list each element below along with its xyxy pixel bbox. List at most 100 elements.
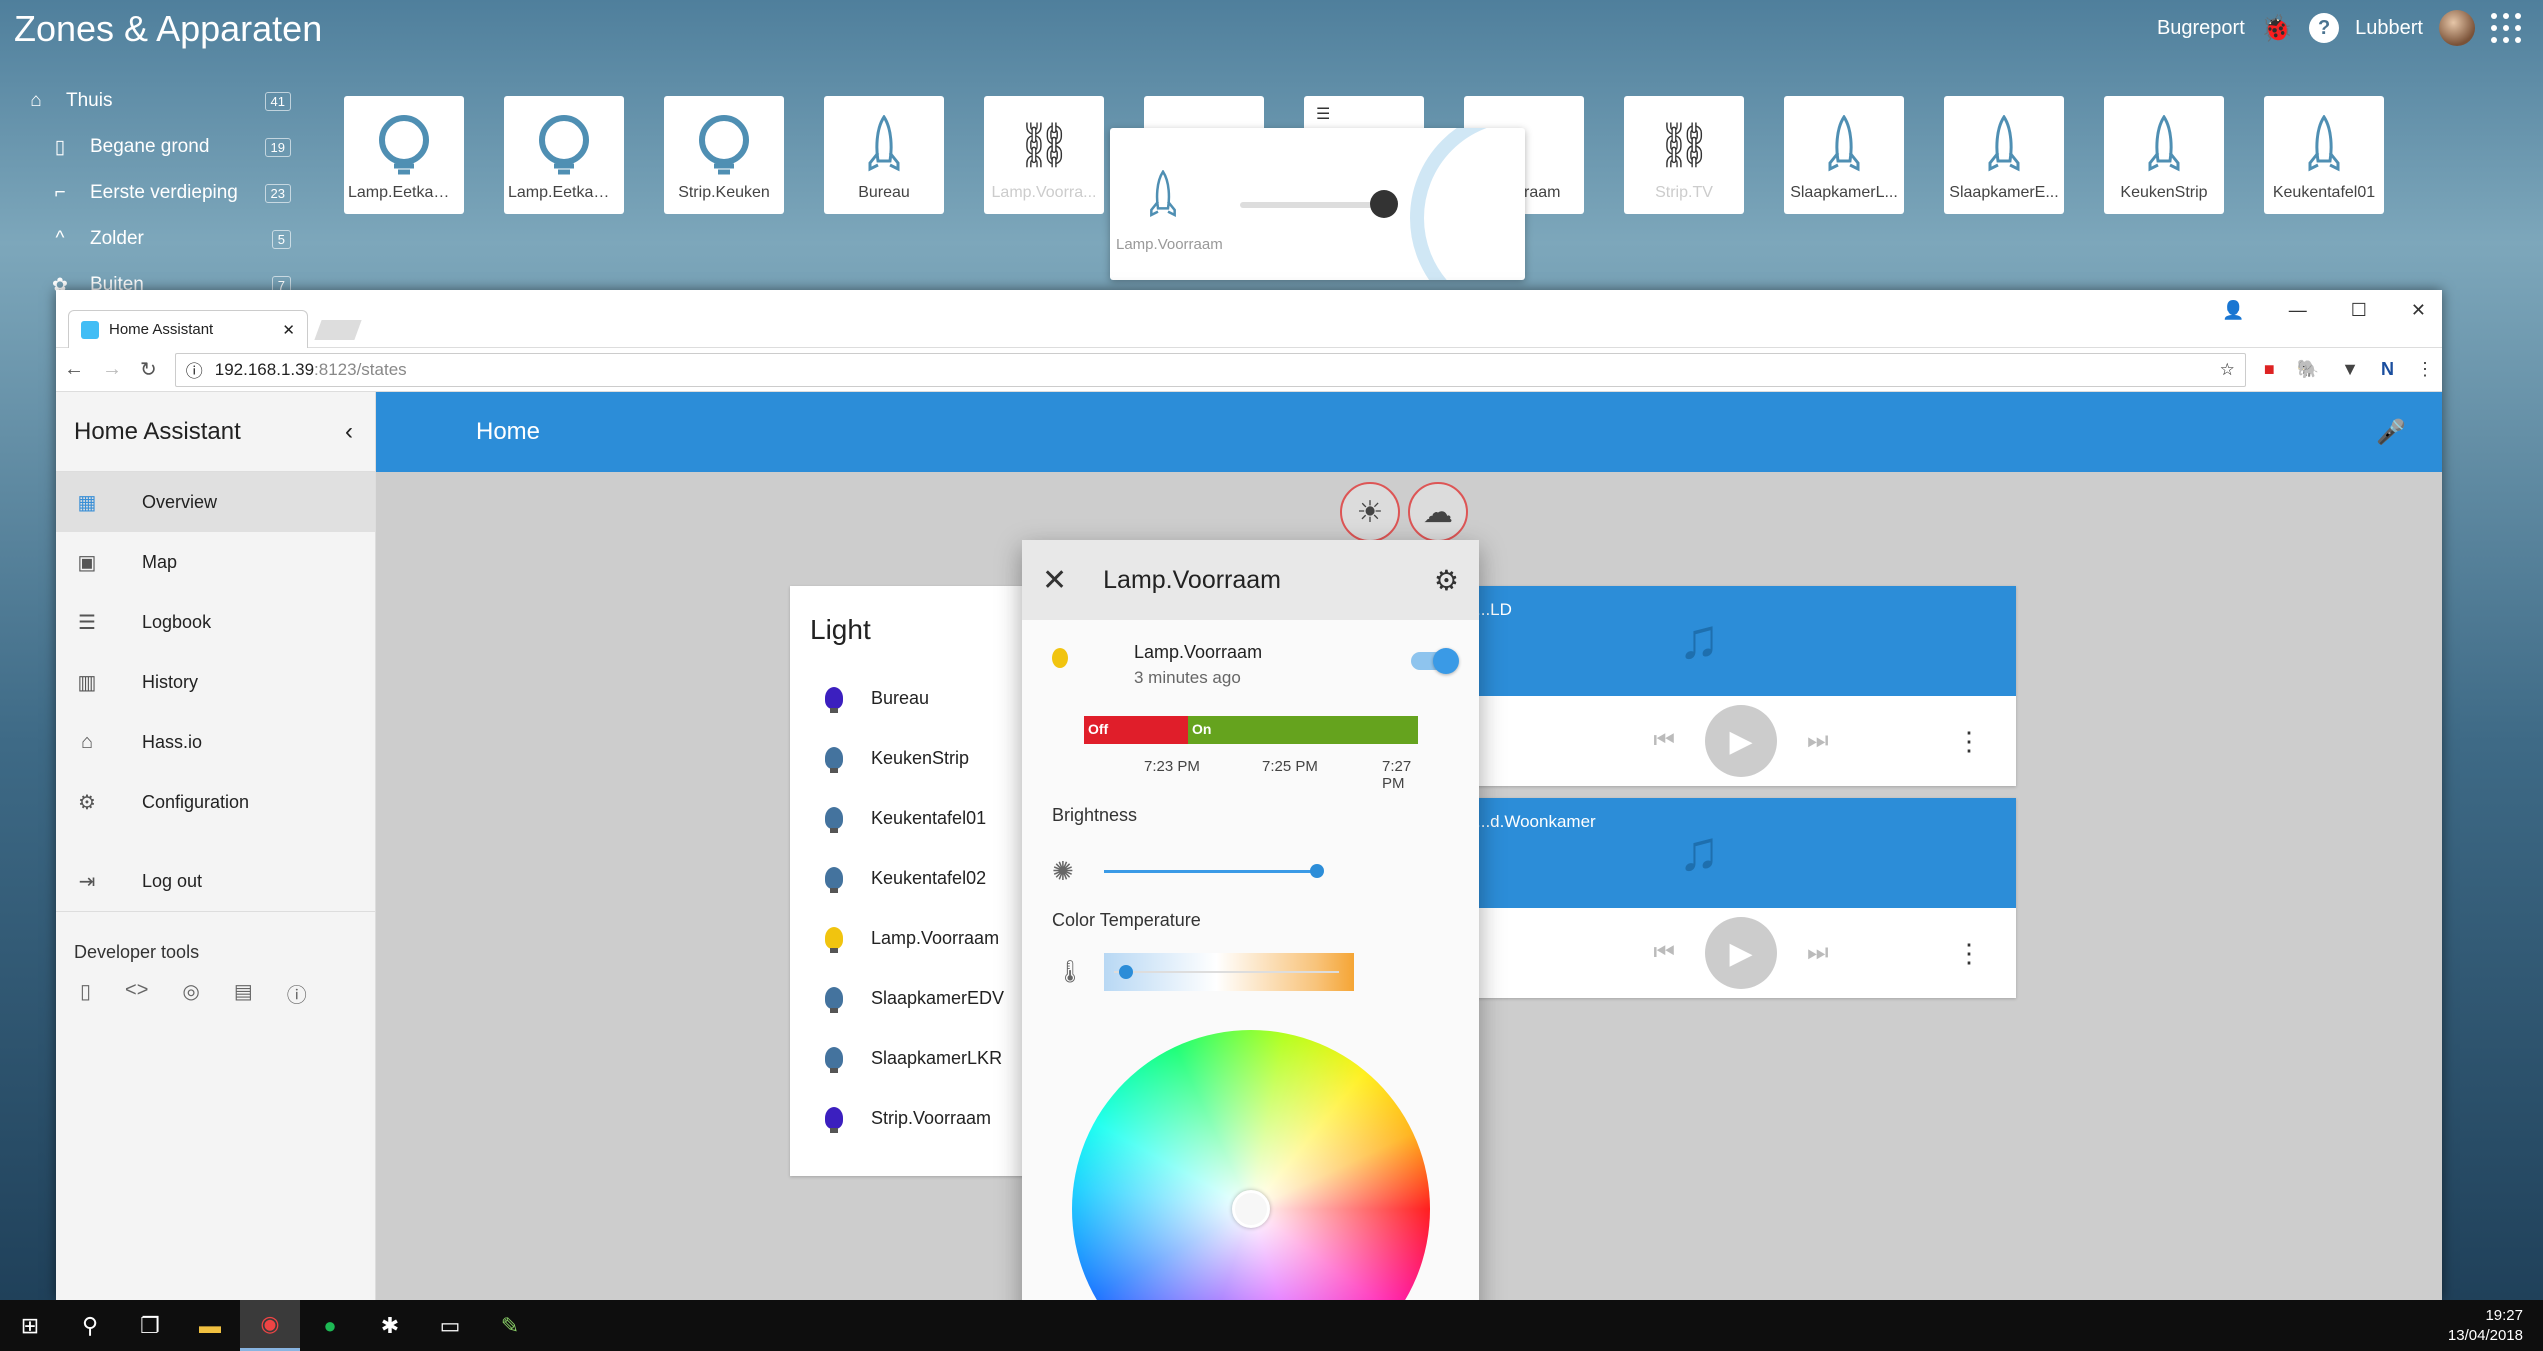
help-icon[interactable]: ? (2309, 13, 2340, 43)
microphone-icon[interactable]: 🎤 (2376, 418, 2406, 447)
brightness-slider[interactable]: ✺ (1052, 852, 1452, 892)
task-view-icon[interactable]: ❐ (120, 1300, 180, 1351)
file-explorer-icon[interactable]: ▬ (180, 1300, 240, 1351)
device-tile[interactable]: Strip.Keuken (664, 96, 784, 214)
device-tile[interactable]: Keukentafel01 (2264, 96, 2384, 214)
bookmark-star-icon[interactable]: ☆ (2220, 360, 2235, 380)
bug-icon[interactable]: 🐞 (2261, 13, 2293, 44)
broadcast-icon[interactable]: ◎ (182, 979, 199, 1008)
previous-icon[interactable]: ⏮ (1653, 727, 1675, 755)
extension-n-icon[interactable]: N (2381, 359, 2394, 380)
slider-knob[interactable] (1118, 965, 1133, 979)
url-field[interactable]: ⓘ 192.168.1.39:8123/states ☆ (174, 352, 2246, 387)
color-temp-slider[interactable]: 🌡 (1052, 953, 1452, 993)
nav-logbook[interactable]: ☰ Logbook (56, 592, 375, 652)
light-name: Bureau (871, 687, 930, 708)
device-tile[interactable]: ⛓ Strip.TV (1624, 96, 1744, 214)
play-button[interactable]: ▶ (1705, 705, 1777, 777)
device-tile[interactable]: SlaapkamerL... (1784, 96, 1904, 214)
light-row[interactable]: SlaapkamerEDV (790, 968, 1030, 1028)
settings-gear-icon[interactable]: ⚙ (1434, 564, 1459, 597)
nav-overview[interactable]: ▦ Overview (56, 472, 375, 532)
search-icon[interactable]: ⚲ (60, 1300, 120, 1351)
zone-zolder[interactable]: ^ Zolder 5 (0, 216, 305, 262)
avatar[interactable] (2439, 10, 2475, 46)
close-icon[interactable]: ✕ (1042, 563, 1067, 598)
light-row[interactable]: Bureau (790, 668, 1030, 728)
nav-map[interactable]: ▣ Map (56, 532, 375, 592)
info-icon[interactable]: ⓘ (186, 357, 203, 382)
device-tile[interactable]: Bureau (824, 96, 944, 214)
slack-icon[interactable]: ✱ (360, 1300, 420, 1351)
sun-icon[interactable]: ☀ (1340, 482, 1400, 542)
light-row[interactable]: Keukentafel02 (790, 848, 1030, 908)
pocket-icon[interactable]: ▼ (2341, 359, 2359, 380)
nav-history[interactable]: ▥ History (56, 652, 375, 712)
zone-eerste-verdieping[interactable]: ⌐ Eerste verdieping 23 (0, 170, 305, 216)
reload-icon[interactable]: ↻ (140, 357, 157, 382)
evernote-icon[interactable]: 🐘 (2297, 359, 2319, 380)
notepad-icon[interactable]: ✎ (480, 1300, 540, 1351)
more-icon[interactable]: ⋮ (1956, 938, 1982, 969)
menu-kebab-icon[interactable]: ⋮ (2416, 359, 2434, 380)
nav-hassio[interactable]: ⌂ Hass.io (56, 712, 375, 772)
close-window-icon[interactable]: ✕ (2411, 300, 2426, 321)
back-icon[interactable]: ← (64, 358, 84, 381)
forward-icon[interactable]: → (102, 358, 122, 381)
zone-begane-grond[interactable]: ▯ Begane grond 19 (0, 124, 305, 170)
new-tab-button[interactable] (314, 320, 362, 340)
close-tab-icon[interactable]: ✕ (282, 321, 295, 339)
light-row[interactable]: Lamp.Voorraam (790, 908, 1030, 968)
cloud-icon[interactable]: ☁ (1408, 482, 1468, 542)
next-icon[interactable]: ⏭ (1807, 939, 1829, 967)
chrome-icon[interactable]: ◉ (240, 1300, 300, 1351)
hassio-icon: ⌂ (80, 730, 94, 753)
settings-sliders-icon[interactable]: ☰ (1316, 104, 1330, 124)
apps-grid-icon[interactable] (2491, 13, 2521, 43)
light-row[interactable]: SlaapkamerLKR (790, 1028, 1030, 1088)
dimmer-knob[interactable] (1370, 190, 1398, 218)
extension-red-icon[interactable]: ■ (2264, 359, 2275, 380)
light-row[interactable]: Keukentafel01 (790, 788, 1030, 848)
info-icon[interactable]: ⓘ (287, 979, 307, 1008)
color-wheel-marker[interactable] (1232, 1190, 1270, 1228)
file-icon[interactable]: ▤ (234, 979, 253, 1008)
profile-icon[interactable]: 👤 (2222, 300, 2244, 321)
system-clock[interactable]: 19:27 13/04/2018 (2448, 1306, 2543, 1346)
previous-icon[interactable]: ⏮ (1653, 939, 1675, 967)
user-name[interactable]: Lubbert (2355, 17, 2423, 40)
code-icon[interactable]: <> (125, 979, 148, 1008)
gear-icon: ⚙ (78, 791, 96, 814)
zone-thuis[interactable]: ⌂ Thuis 41 (0, 78, 305, 124)
light-row[interactable]: KeukenStrip (790, 728, 1030, 788)
ha-favicon (81, 320, 99, 339)
remote-icon[interactable]: ▯ (80, 979, 91, 1008)
slider-track[interactable] (1104, 870, 1318, 873)
nav-configuration[interactable]: ⚙ Configuration (56, 772, 375, 832)
terminal-icon[interactable]: ▭ (420, 1300, 480, 1351)
next-icon[interactable]: ⏭ (1807, 727, 1829, 755)
light-name: Lamp.Voorraam (871, 927, 1000, 948)
maximize-icon[interactable]: ☐ (2351, 300, 2367, 321)
light-row[interactable]: Strip.Voorraam (790, 1088, 1030, 1148)
device-tile[interactable]: Lamp.Eetkam... (504, 96, 624, 214)
stairs-icon: ⌐ (54, 182, 66, 203)
nav-logout[interactable]: ⇥ Log out (56, 852, 375, 912)
device-tile[interactable]: KeukenStrip (2104, 96, 2224, 214)
top-right-bar: Bugreport 🐞 ? Lubbert (2157, 8, 2543, 48)
dimmer-track[interactable] (1240, 202, 1390, 208)
slider-track[interactable] (1114, 971, 1339, 973)
device-tile[interactable]: ⛓ Lamp.Voorra... (984, 96, 1104, 214)
windows-start-icon[interactable]: ⊞ (0, 1300, 60, 1351)
more-icon[interactable]: ⋮ (1956, 726, 1982, 757)
minimize-icon[interactable]: — (2289, 300, 2307, 321)
slider-knob[interactable] (1310, 864, 1325, 878)
device-tile[interactable]: Lamp.Eetkam... (344, 96, 464, 214)
spotify-icon[interactable]: ● (300, 1300, 360, 1351)
bugreport-link[interactable]: Bugreport (2157, 17, 2245, 40)
collapse-chevron-icon[interactable]: ‹ (345, 418, 353, 446)
browser-tab[interactable]: Home Assistant ✕ (68, 310, 308, 348)
device-tile[interactable]: SlaapkamerE... (1944, 96, 2064, 214)
play-button[interactable]: ▶ (1705, 917, 1777, 989)
power-toggle[interactable] (1411, 648, 1459, 674)
